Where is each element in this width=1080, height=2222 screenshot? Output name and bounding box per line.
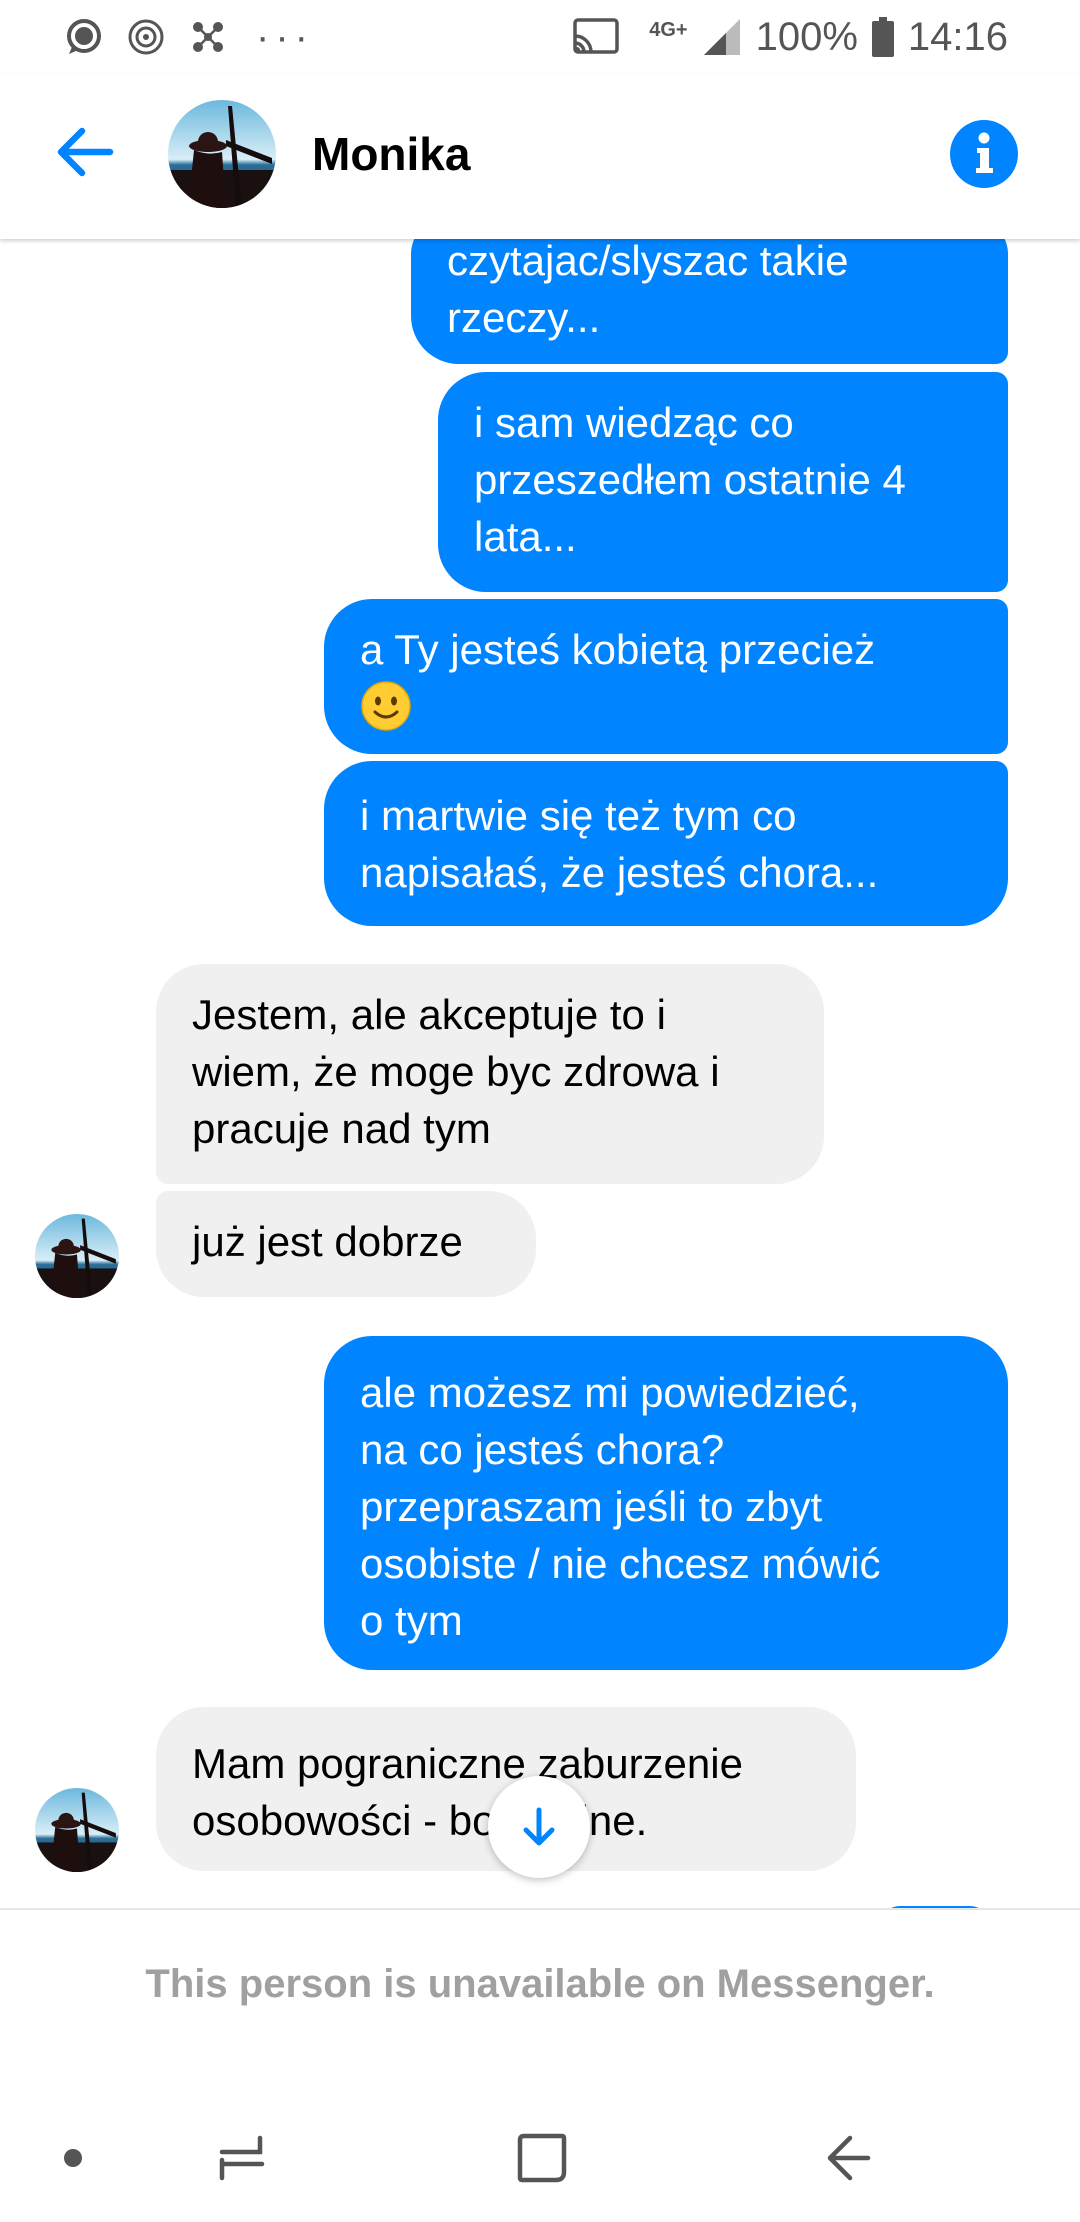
cast-icon: [573, 18, 619, 54]
message-line: lata...: [474, 513, 577, 560]
message-bubble-incoming[interactable]: Jestem, ale akceptuje to i wiem, że moge…: [156, 964, 824, 1184]
contact-avatar-small[interactable]: [35, 1788, 119, 1872]
network-nodes-icon: [193, 22, 223, 52]
message-bubble-incoming[interactable]: już jest dobrze: [156, 1191, 536, 1297]
composer-area: This person is unavailable on Messenger.: [0, 1908, 1080, 2222]
message-line: Mam pograniczne zaburzenie: [192, 1740, 743, 1787]
unavailable-notice: This person is unavailable on Messenger.: [145, 1962, 935, 2006]
message-line: na co jesteś chora?: [360, 1426, 725, 1473]
avatar-photo: [35, 1214, 119, 1298]
message-line: przeszedłem ostatnie 4: [474, 456, 906, 503]
back-nav-icon[interactable]: [820, 2130, 876, 2186]
message-line: i martwie się też tym co: [360, 792, 797, 839]
status-bar: ··· 4G+ 100% 14:16: [0, 0, 1080, 74]
contact-avatar[interactable]: [168, 100, 276, 208]
message-line: i sam wiedząc co: [474, 399, 794, 446]
message-line: rzeczy...: [447, 294, 601, 341]
battery-level: 100%: [755, 14, 858, 59]
network-type: 4G+: [649, 19, 688, 41]
message-bubble-outgoing[interactable]: a Ty jesteś kobietą przecież 🙂: [324, 599, 1008, 754]
home-icon[interactable]: [514, 2130, 570, 2186]
message-line: przepraszam jeśli to zbyt: [360, 1483, 823, 1530]
message-bubble-outgoing[interactable]: i martwie się też tym co napisałaś, że j…: [324, 761, 1008, 926]
more-notifications: ···: [256, 15, 314, 59]
notification-icons: ···: [64, 16, 314, 58]
message-line: czytajac/slyszac takie: [447, 237, 849, 284]
info-button[interactable]: [950, 120, 1018, 188]
recent-apps-icon[interactable]: [214, 2130, 270, 2186]
message-line: już jest dobrze: [192, 1218, 463, 1265]
message-line: 🙂: [360, 678, 972, 735]
message-line: o tym: [360, 1597, 463, 1644]
message-bubble-outgoing[interactable]: i sam wiedząc co przeszedłem ostatnie 4 …: [438, 372, 1008, 592]
target-icon: [128, 19, 164, 55]
navigation-bar: [0, 2100, 1080, 2220]
clock: 14:16: [907, 14, 1008, 59]
back-button[interactable]: [48, 116, 120, 188]
contact-name[interactable]: Monika: [312, 122, 470, 186]
message-line: osobiste / nie chcesz mówić: [360, 1540, 881, 1587]
contact-avatar-small[interactable]: [35, 1214, 119, 1298]
message-line: ale możesz mi powiedzieć,: [360, 1369, 860, 1416]
message-line: pracuje nad tym: [192, 1105, 491, 1152]
chat-bubble-icon: [67, 19, 101, 54]
battery-icon: [871, 17, 894, 57]
conversation-header: Monika: [0, 74, 1080, 239]
scroll-to-bottom-button[interactable]: [488, 1776, 590, 1878]
message-bubble-outgoing[interactable]: czytajac/slyszac takie rzeczy...: [411, 218, 1008, 364]
arrow-down-icon: [523, 1807, 555, 1846]
avatar-photo: [35, 1788, 119, 1872]
message-bubble-outgoing[interactable]: ale możesz mi powiedzieć, na co jesteś c…: [324, 1336, 1008, 1670]
info-icon: [976, 132, 993, 173]
signal-icon: [703, 19, 740, 55]
arrow-left-icon: [57, 127, 114, 177]
message-line: a Ty jesteś kobietą przecież: [360, 626, 876, 673]
message-line: Jestem, ale akceptuje to i: [192, 991, 666, 1038]
message-line: napisałaś, że jesteś chora...: [360, 849, 879, 896]
nav-dot-icon[interactable]: [61, 2146, 85, 2170]
system-status: 4G+ 100% 14:16: [571, 10, 1008, 64]
avatar-photo: [168, 100, 276, 208]
message-line: wiem, że moge byc zdrowa i: [192, 1048, 720, 1095]
